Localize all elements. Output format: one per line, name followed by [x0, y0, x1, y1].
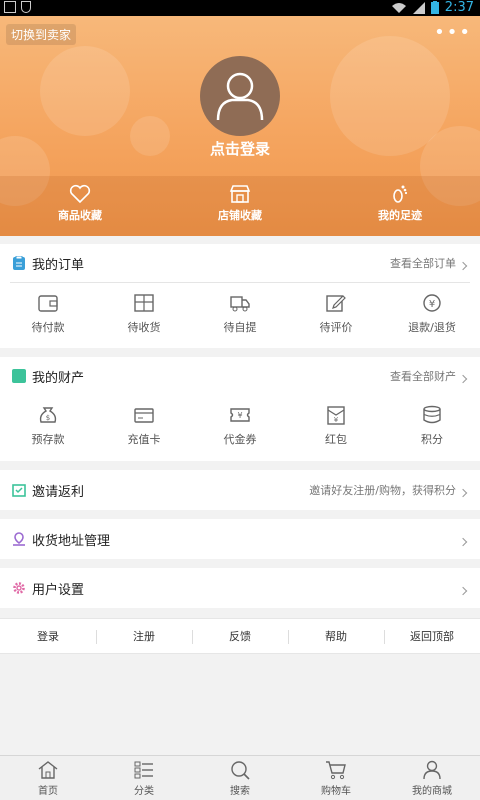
chevron-right-icon	[458, 374, 468, 384]
shield-notification-icon	[21, 1, 31, 13]
address-management-row[interactable]: 收货地址管理	[0, 519, 480, 559]
my-footprint-button[interactable]: 我的足迹	[320, 176, 480, 236]
status-time: 2:37	[444, 0, 474, 15]
image-notification-icon	[4, 1, 16, 13]
view-all-assets-link[interactable]: 查看全部财产	[390, 357, 468, 395]
cart-icon	[326, 760, 346, 779]
view-all-orders-link[interactable]: 查看全部订单	[390, 244, 468, 282]
refund-return-button[interactable]: ¥ 退款/退货	[384, 283, 480, 345]
voucher-button[interactable]: ¥ 代金券	[192, 395, 288, 457]
footer-help-link[interactable]: 帮助	[288, 619, 384, 653]
gear-icon	[13, 582, 25, 594]
search-icon	[231, 760, 250, 780]
tab-cart[interactable]: 购物车	[288, 756, 384, 800]
bottom-tab-bar: 首页 分类 搜索 购物车 我的商城	[0, 755, 480, 800]
footer-login-link[interactable]: 登录	[0, 619, 96, 653]
footer-links: 登录 注册 反馈 帮助 返回顶部	[0, 618, 480, 654]
svg-text:¥: ¥	[334, 416, 339, 424]
chevron-right-icon	[458, 261, 468, 271]
clipboard-icon	[13, 256, 25, 270]
assets-header[interactable]: 我的财产 查看全部财产	[0, 357, 480, 395]
more-dots-icon[interactable]: •••	[434, 22, 472, 43]
footprint-icon	[393, 185, 408, 203]
tab-search[interactable]: 搜索	[192, 756, 288, 800]
orders-section: 我的订单 查看全部订单 待付款 待收货 待自提 待评价 ¥ 退款/退货	[0, 244, 480, 348]
points-button[interactable]: 积分	[384, 395, 480, 457]
profile-header: 切换到卖家 ••• 点击登录 商品收藏 店铺收藏 我的足迹	[0, 16, 480, 236]
assets-grid: $ 预存款 充值卡 ¥ 代金券 ¥ 红包 积分	[0, 395, 480, 457]
wifi-icon	[391, 2, 406, 13]
invite-rebate-row[interactable]: 邀请返利 邀请好友注册/购物，获得积分	[0, 470, 480, 510]
home-icon	[38, 760, 58, 779]
assets-section: 我的财产 查看全部财产 $ 预存款 充值卡 ¥ 代金券 ¥ 红包 积分	[0, 357, 480, 461]
refund-icon: ¥	[423, 294, 441, 312]
svg-text:¥: ¥	[429, 299, 435, 310]
money-bag-icon: $	[39, 407, 57, 423]
svg-text:$: $	[46, 414, 50, 422]
edit-icon	[326, 295, 346, 312]
prepaid-deposit-button[interactable]: $ 预存款	[0, 395, 96, 457]
address-title: 收货地址管理	[32, 533, 111, 549]
truck-icon	[230, 296, 250, 312]
favorites-bar: 商品收藏 店铺收藏 我的足迹	[0, 176, 480, 236]
avatar-silhouette-icon	[216, 72, 264, 121]
invite-mail-icon	[12, 484, 26, 497]
store-favorites-button[interactable]: 店铺收藏	[160, 176, 320, 236]
footer-feedback-link[interactable]: 反馈	[192, 619, 288, 653]
wallet-green-icon	[12, 369, 26, 383]
pending-pickup-button[interactable]: 待自提	[192, 283, 288, 345]
settings-title: 用户设置	[32, 582, 85, 598]
red-envelope-icon: ¥	[327, 406, 345, 425]
pending-receipt-button[interactable]: 待收货	[96, 283, 192, 345]
card-icon	[134, 408, 154, 423]
location-icon	[13, 532, 25, 546]
tab-my-mall[interactable]: 我的商城	[384, 756, 480, 800]
login-link[interactable]: 点击登录	[0, 138, 480, 159]
back-to-top-link[interactable]: 返回顶部	[384, 619, 480, 653]
category-icon	[134, 761, 153, 778]
chevron-right-icon	[458, 537, 468, 547]
red-envelope-button[interactable]: ¥ 红包	[288, 395, 384, 457]
svg-text:¥: ¥	[237, 411, 242, 420]
user-settings-row[interactable]: 用户设置	[0, 568, 480, 608]
orders-header[interactable]: 我的订单 查看全部订单	[0, 244, 480, 282]
product-favorites-button[interactable]: 商品收藏	[0, 176, 160, 236]
assets-title: 我的财产	[32, 370, 85, 386]
pending-review-button[interactable]: 待评价	[288, 283, 384, 345]
coins-icon	[423, 405, 441, 424]
tab-home[interactable]: 首页	[0, 756, 96, 800]
invite-description: 邀请好友注册/购物，获得积分	[309, 470, 468, 510]
pending-payment-button[interactable]: 待付款	[0, 283, 96, 345]
order-status-grid: 待付款 待收货 待自提 待评价 ¥ 退款/退货	[0, 283, 480, 345]
signal-icon	[412, 1, 425, 14]
store-icon	[229, 185, 251, 203]
recharge-card-button[interactable]: 充值卡	[96, 395, 192, 457]
invite-title: 邀请返利	[32, 484, 85, 500]
status-bar: 2:37	[0, 0, 480, 16]
chevron-right-icon	[458, 586, 468, 596]
switch-to-seller-button[interactable]: 切换到卖家	[6, 24, 77, 45]
chevron-right-icon	[458, 488, 468, 498]
tab-category[interactable]: 分类	[96, 756, 192, 800]
battery-icon	[430, 1, 439, 14]
footer-register-link[interactable]: 注册	[96, 619, 192, 653]
heart-icon	[69, 184, 91, 204]
wallet-icon	[38, 295, 58, 312]
orders-title: 我的订单	[32, 257, 85, 273]
voucher-icon: ¥	[230, 408, 250, 422]
user-icon	[423, 760, 441, 779]
package-icon	[134, 294, 154, 312]
avatar[interactable]	[200, 56, 280, 136]
